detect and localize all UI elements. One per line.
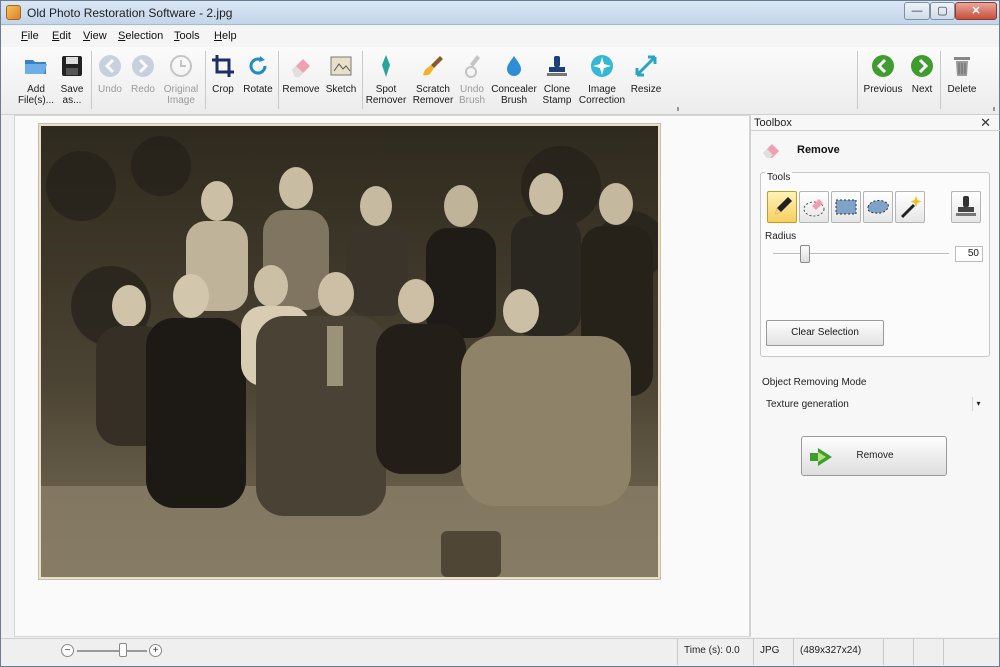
zoom-in-button[interactable]: + (149, 644, 162, 657)
clock-icon (170, 55, 192, 77)
menu-view[interactable]: View (83, 30, 107, 42)
rotate-icon (249, 56, 267, 75)
spot-remover-button[interactable]: Spot Remover (365, 51, 407, 111)
rotate-button[interactable]: Rotate (241, 51, 275, 111)
eraser-icon (292, 59, 310, 77)
menu-help[interactable]: Help (214, 30, 237, 42)
tools-label: Tools (765, 172, 793, 183)
delete-button[interactable]: Delete (944, 51, 980, 111)
toolbox-close-icon[interactable]: ✕ (980, 115, 991, 131)
arrow-left-icon (872, 55, 894, 77)
add-files-button[interactable]: Add File(s)... (17, 51, 55, 111)
eraser-icon (763, 144, 779, 158)
toolbox-panel: Toolbox ✕ Remove Tools Radius 50 Clear S… (750, 115, 1000, 637)
brush-icon (423, 56, 443, 76)
undo-button[interactable]: Undo (95, 51, 125, 111)
undo-brush-button[interactable]: Undo Brush (455, 51, 489, 111)
remove-action-button[interactable]: Remove (801, 436, 947, 476)
lasso-tool-button[interactable] (863, 191, 893, 223)
clear-selection-button[interactable]: Clear Selection (766, 320, 884, 346)
zoom-out-button[interactable]: − (61, 644, 74, 657)
section-title: Remove (797, 144, 840, 156)
title-bar: Old Photo Restoration Software - 2.jpg —… (1, 1, 999, 25)
close-button[interactable]: ✕ (955, 2, 997, 20)
toolbox-title: Toolbox (754, 117, 792, 129)
lasso-eraser-icon (803, 199, 825, 217)
rect-select-icon (835, 199, 857, 215)
original-image-button[interactable]: Original Image (161, 51, 201, 111)
dimensions-status: (489x327x24) (793, 639, 883, 665)
scratch-remover-button[interactable]: Scratch Remover (411, 51, 455, 111)
app-window: Old Photo Restoration Software - 2.jpg —… (0, 0, 1000, 667)
undo-brush-icon (465, 55, 480, 78)
clone-stamp-button[interactable]: Clone Stamp (539, 51, 575, 111)
sparkle-icon (591, 55, 613, 77)
concealer-brush-icon (507, 56, 521, 76)
folder-open-icon (25, 60, 47, 74)
resize-button[interactable]: Resize (629, 51, 663, 111)
next-button[interactable]: Next (907, 51, 937, 111)
crop-icon (212, 55, 234, 77)
toolbar: Add File(s)... Save as... Undo Redo Orig… (1, 47, 999, 115)
trash-icon (954, 57, 970, 76)
magic-wand-tool-button[interactable] (895, 191, 925, 223)
radius-label: Radius (765, 231, 797, 242)
zoom-slider-thumb[interactable] (119, 643, 127, 657)
spot-brush-icon (382, 55, 390, 77)
stamp-icon (547, 56, 567, 76)
chevron-down-icon[interactable]: ▾ (972, 397, 984, 411)
redo-button[interactable]: Redo (128, 51, 158, 111)
time-status: Time (s): 0.0 (677, 639, 753, 665)
radius-value-input[interactable]: 50 (955, 246, 983, 262)
stamp-icon (956, 196, 976, 216)
object-removing-mode-select[interactable]: Texture generation ▾ (762, 396, 988, 414)
group-photo-image (41, 126, 658, 577)
sketch-icon (330, 56, 352, 76)
save-as-button[interactable]: Save as... (57, 51, 87, 111)
radius-slider-thumb[interactable] (799, 245, 810, 263)
lasso-eraser-tool-button[interactable] (799, 191, 829, 223)
sketch-button[interactable]: Sketch (323, 51, 359, 111)
menu-tools[interactable]: Tools (174, 30, 200, 42)
menu-edit[interactable]: Edit (52, 30, 71, 42)
mode-select-value: Texture generation (766, 399, 849, 410)
image-correction-button[interactable]: Image Correction (576, 51, 628, 111)
app-icon (6, 5, 21, 20)
object-removing-mode-label: Object Removing Mode (762, 377, 867, 388)
floppy-disk-icon (62, 56, 82, 76)
redo-icon (132, 55, 154, 77)
concealer-brush-button[interactable]: Concealer Brush (491, 51, 537, 111)
maximize-button[interactable]: ▢ (930, 2, 955, 20)
pencil-tool-button[interactable] (767, 191, 797, 223)
menu-bar: File Edit View Selection Tools Help (1, 26, 999, 48)
undo-icon (99, 55, 121, 77)
pencil-icon (775, 197, 792, 214)
menu-selection[interactable]: Selection (118, 30, 163, 42)
crop-button[interactable]: Crop (208, 51, 238, 111)
minimize-button[interactable]: — (904, 2, 930, 20)
format-status: JPG (753, 639, 793, 665)
arrow-right-icon (911, 55, 933, 77)
previous-button[interactable]: Previous (861, 51, 905, 111)
resize-arrows-icon (635, 55, 657, 77)
remove-button[interactable]: Remove (281, 51, 321, 111)
lasso-icon (867, 199, 889, 214)
rect-select-tool-button[interactable] (831, 191, 861, 223)
window-title: Old Photo Restoration Software - 2.jpg (27, 6, 233, 20)
photo-preview[interactable] (39, 124, 660, 579)
stamp-tool-button[interactable] (951, 191, 981, 223)
menu-file[interactable]: File (21, 30, 39, 42)
magic-wand-icon (900, 196, 922, 219)
zoom-slider-track[interactable] (77, 650, 147, 652)
status-bar: − + Time (s): 0.0 JPG (489x327x24) (1, 638, 999, 666)
